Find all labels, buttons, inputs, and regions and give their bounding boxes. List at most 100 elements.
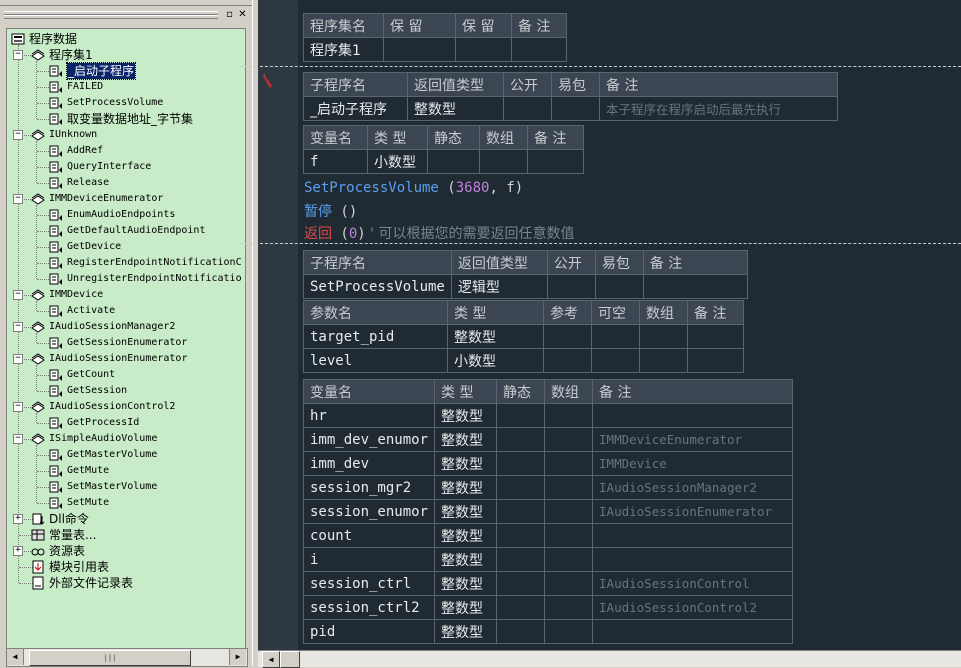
tree-item-label: 模块引用表 <box>49 560 110 574</box>
table-cell[interactable] <box>383 37 456 62</box>
scroll-right-icon[interactable]: ▶ <box>229 649 246 665</box>
code-line[interactable]: 暂停 () <box>304 201 357 221</box>
collapse-icon[interactable]: − <box>13 434 23 444</box>
expand-icon[interactable]: + <box>13 546 23 556</box>
table-cell[interactable] <box>479 149 528 174</box>
tree-line <box>37 87 49 88</box>
constant-table-icon <box>31 528 45 542</box>
subroutine-icon <box>49 176 63 190</box>
assembly-table: 程序集名 保 留 保 留 备 注 程序集1 <box>303 13 567 62</box>
subroutine-table: 子程序名 返回值类型 公开 易包 备 注 _启动子程序 整数型 本子程序在程序启… <box>303 72 838 121</box>
tree-item-label: IMMDevice <box>49 289 104 300</box>
tree-line <box>37 375 49 376</box>
panel-close-button[interactable]: ✕ <box>237 9 248 20</box>
code-punct: ( <box>332 226 349 242</box>
var-name[interactable]: f <box>303 149 368 174</box>
return-type[interactable]: 整数型 <box>407 96 504 121</box>
tree-item-label: 取变量数据地址_字节集 <box>67 112 194 126</box>
tree-root-label: 程序数据 <box>29 32 78 46</box>
editor-hscrollbar[interactable]: ◀ <box>258 650 961 668</box>
tree-line <box>37 455 49 456</box>
subroutine-icon <box>49 416 63 430</box>
subroutine-icon <box>49 64 63 78</box>
resource-icon <box>31 544 45 558</box>
table-cell[interactable] <box>455 37 512 62</box>
subroutine-icon <box>49 240 63 254</box>
tree-hscrollbar[interactable]: ◀ ||| ▶ <box>6 648 248 667</box>
subroutine-icon <box>49 112 63 126</box>
code-line[interactable]: SetProcessVolume (3680, f) <box>304 180 523 196</box>
assembly-icon <box>31 128 45 142</box>
tree-item-label: FAILED <box>67 81 104 92</box>
code-editor[interactable]: 程序集名 保 留 保 留 备 注 程序集1 子程序名 返回值类型 公开 易包 备… <box>298 0 961 650</box>
tree-item-label: 程序集1 <box>49 48 93 62</box>
subroutine-icon <box>49 336 63 350</box>
tree-item-label: IAudioSessionEnumerator <box>49 353 188 364</box>
tree-line <box>37 343 49 344</box>
scroll-thumb[interactable] <box>280 651 300 668</box>
code-args: , f) <box>489 180 524 196</box>
tree-item-label: GetSession <box>67 385 128 396</box>
tree-item-label: GetCount <box>67 369 116 380</box>
table-cell[interactable] <box>427 149 480 174</box>
scroll-left-icon[interactable]: ◀ <box>262 651 280 668</box>
collapse-icon[interactable]: − <box>13 130 23 140</box>
pause-keyword: 暂停 <box>304 204 332 220</box>
assembly-icon <box>31 320 45 334</box>
panel-grip[interactable] <box>4 15 218 19</box>
code-line[interactable]: 返回 (0) ' 可以根据您的需要返回任意数值 <box>304 223 574 243</box>
sub-name[interactable]: _启动子程序 <box>303 96 408 121</box>
module-ref-icon <box>31 560 45 574</box>
tree-line <box>36 141 37 183</box>
tree-item-label: Activate <box>67 305 116 316</box>
subroutine-icon <box>49 80 63 94</box>
tree-line <box>36 205 37 279</box>
tree-line <box>37 423 49 424</box>
tree-item-label: GetMute <box>67 465 110 476</box>
collapse-icon[interactable]: − <box>13 50 23 60</box>
panel-restore-button[interactable]: ▫ <box>224 9 235 20</box>
table-cell[interactable] <box>511 37 567 62</box>
var-type[interactable]: 小数型 <box>367 149 428 174</box>
collapse-icon[interactable]: − <box>13 322 23 332</box>
tree-line <box>37 503 49 504</box>
assembly-icon <box>31 352 45 366</box>
collapse-icon[interactable]: − <box>13 354 23 364</box>
project-panel: ▫ ✕ 程序数据 − 程序集1 _启动子程序 FAILED SetProcessVolum… <box>0 6 252 667</box>
panel-titlebar: ▫ ✕ <box>0 6 252 24</box>
tree-item-label: 外部文件记录表 <box>49 576 134 590</box>
table-cell[interactable] <box>527 149 584 174</box>
collapse-icon[interactable]: − <box>13 194 23 204</box>
scroll-thumb[interactable]: ||| <box>29 650 191 666</box>
sub-separator <box>240 243 961 244</box>
table-cell[interactable] <box>551 96 600 121</box>
subroutine-icon <box>49 304 63 318</box>
tree-line <box>37 151 49 152</box>
tree-line <box>36 413 37 423</box>
col-header: 备 注 <box>527 125 584 150</box>
sub-comment[interactable]: 本子程序在程序启动后最先执行 <box>599 96 838 121</box>
collapse-icon[interactable]: − <box>13 402 23 412</box>
table-cell[interactable] <box>503 96 552 121</box>
tree-line <box>37 279 49 280</box>
collapse-icon[interactable]: − <box>13 290 23 300</box>
assembly-name[interactable]: 程序集1 <box>303 37 384 62</box>
tree-line <box>37 231 49 232</box>
tree-line <box>37 215 49 216</box>
scroll-left-icon[interactable]: ◀ <box>7 649 24 665</box>
col-header: 易包 <box>551 72 600 97</box>
subroutine-icon <box>49 368 63 382</box>
subroutine-icon <box>49 496 63 510</box>
tree-item-label: GetSessionEnumerator <box>67 337 188 348</box>
code-punct: () <box>332 204 358 220</box>
tree-line <box>36 301 37 311</box>
expand-icon[interactable]: + <box>13 514 23 524</box>
subroutine-icon <box>49 256 63 270</box>
subroutine-icon <box>49 384 63 398</box>
subroutine-icon <box>49 448 63 462</box>
tree-item-label: GetDefaultAudioEndpoint <box>67 225 206 236</box>
tree-line <box>37 247 49 248</box>
tree-line <box>37 471 49 472</box>
assembly-icon <box>31 48 45 62</box>
project-tree[interactable]: 程序数据 − 程序集1 _启动子程序 FAILED SetProcessVolume 取变量… <box>6 28 246 649</box>
